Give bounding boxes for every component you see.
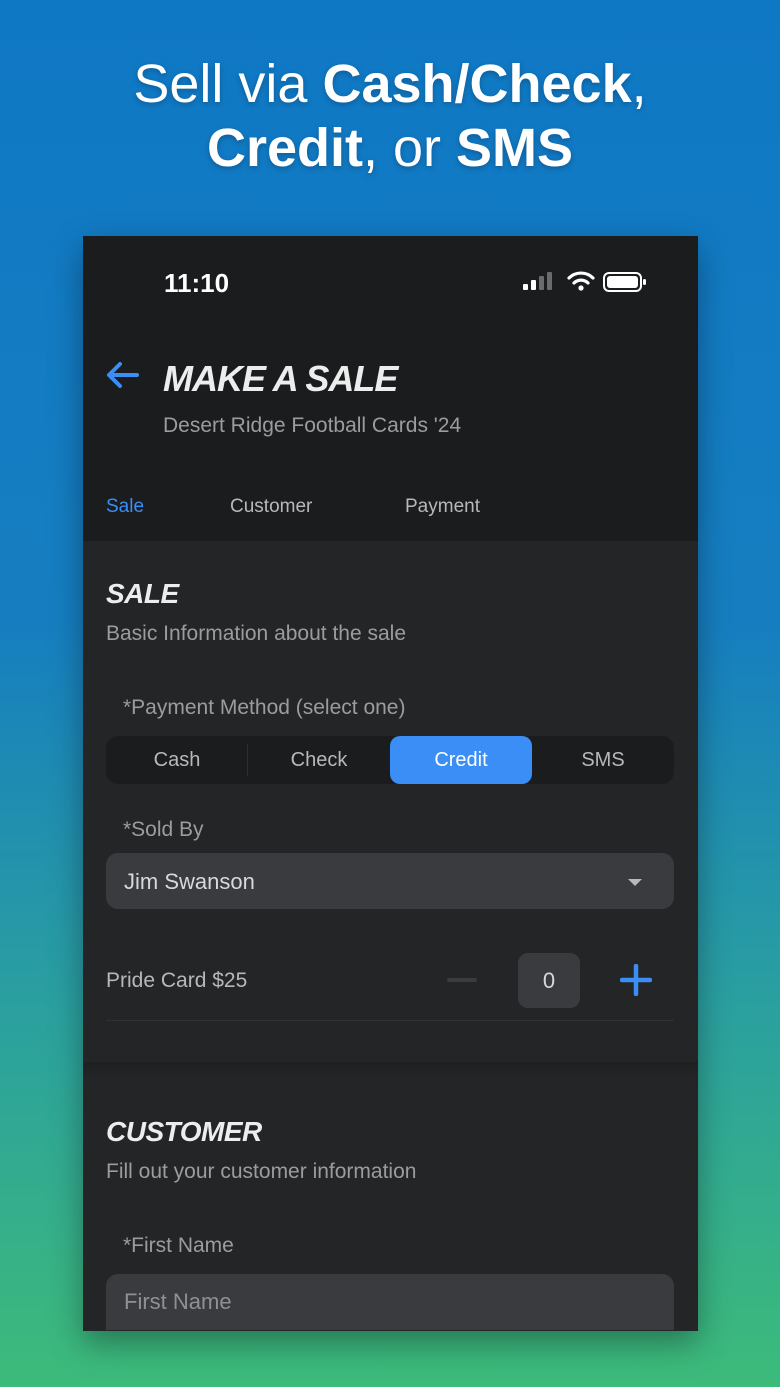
payment-option-label: SMS	[581, 748, 625, 771]
promo-headline: Sell via Cash/Check, Credit, or SMS	[0, 52, 780, 180]
chevron-down-icon	[628, 879, 642, 886]
first-name-label: *First Name	[123, 1234, 234, 1257]
headline-emphasis: Credit	[206, 118, 363, 178]
section-separator	[83, 1062, 698, 1078]
headline-emphasis: Cash/Check	[322, 54, 632, 114]
payment-option-label: Check	[290, 748, 348, 771]
wifi-icon	[567, 271, 595, 291]
payment-option-credit[interactable]: Credit	[390, 736, 532, 784]
customer-section-subtitle: Fill out your customer information	[106, 1160, 417, 1183]
cellular-signal-icon	[523, 272, 552, 290]
product-label: Pride Card $25	[106, 969, 248, 992]
sale-section-subtitle: Basic Information about the sale	[106, 622, 407, 645]
phone-screen: 11:10 MAKE A SALE Desert Ridge Football …	[83, 236, 698, 1331]
back-arrow-icon[interactable]	[105, 360, 139, 390]
sold-by-dropdown[interactable]: Jim Swanson	[106, 853, 674, 909]
headline-emphasis: SMS	[456, 118, 574, 178]
payment-method-label: *Payment Method (select one)	[123, 696, 406, 719]
tab-sale[interactable]: Sale	[106, 496, 144, 518]
app-header: 11:10 MAKE A SALE Desert Ridge Football …	[83, 236, 698, 541]
tab-payment[interactable]: Payment	[405, 496, 480, 518]
tab-customer[interactable]: Customer	[230, 496, 312, 518]
payment-option-label: Credit	[434, 748, 488, 771]
battery-icon	[603, 272, 646, 292]
sold-by-label: *Sold By	[123, 818, 204, 841]
customer-section-title: CUSTOMER	[106, 1116, 262, 1147]
payment-option-label: Cash	[153, 748, 201, 771]
status-time: 11:10	[164, 268, 230, 298]
headline-text: , or	[362, 118, 456, 178]
page-subtitle: Desert Ridge Football Cards '24	[163, 414, 462, 437]
payment-method-selector: Cash Check Credit SMS	[106, 736, 674, 784]
plus-icon[interactable]	[620, 964, 652, 996]
headline-line-1: Sell via Cash/Check,	[0, 52, 780, 116]
divider	[106, 1020, 674, 1021]
payment-option-cash[interactable]: Cash	[106, 736, 248, 784]
decrement-button[interactable]	[447, 978, 477, 982]
headline-line-2: Credit, or SMS	[0, 116, 780, 180]
headline-text: ,	[631, 54, 647, 114]
sale-section-title: SALE	[106, 578, 179, 609]
sold-by-value: Jim Swanson	[124, 869, 255, 894]
quantity-field[interactable]: 0	[518, 953, 580, 1008]
page-title: MAKE A SALE	[163, 358, 398, 399]
payment-option-sms[interactable]: SMS	[532, 736, 674, 784]
first-name-field[interactable]	[106, 1274, 674, 1330]
headline-text: Sell via	[133, 54, 323, 114]
payment-option-check[interactable]: Check	[248, 736, 390, 784]
